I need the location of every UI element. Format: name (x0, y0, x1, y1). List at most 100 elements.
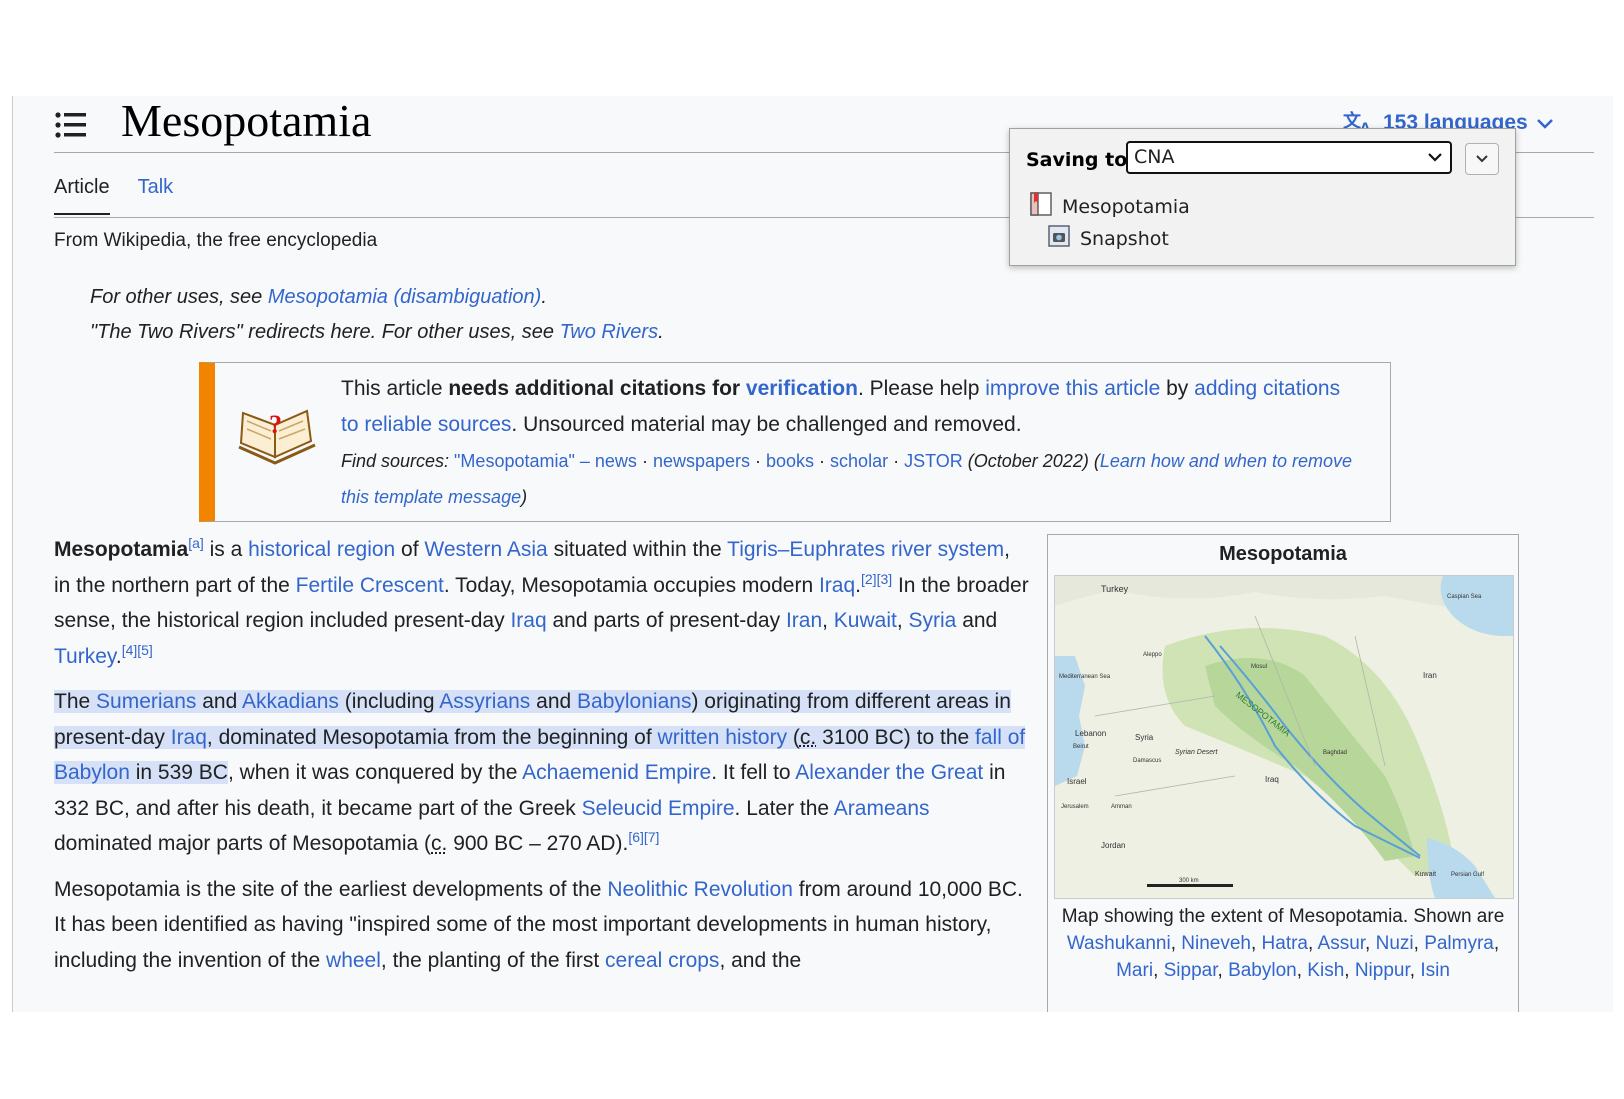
text: and (956, 609, 998, 632)
link-improve-article[interactable]: improve this article (985, 377, 1160, 400)
link-iraq[interactable]: Iraq (510, 609, 546, 632)
circa-abbr: c. (799, 725, 817, 749)
expand-tree-button[interactable] (1465, 143, 1499, 175)
saved-item-row[interactable]: Mesopotamia (1028, 191, 1190, 222)
link-tigris-euphrates[interactable]: Tigris–Euphrates river system (727, 538, 1004, 561)
paragraph-lead: Mesopotamia[a] is a historical region of… (54, 532, 1029, 674)
link-alexander-the-great[interactable]: Alexander the Great (795, 761, 983, 784)
find-sources-label: Find sources: (341, 451, 455, 471)
separator: , (1493, 933, 1500, 954)
map-label-amman: Amman (1111, 804, 1132, 810)
attachment-label: Snapshot (1080, 227, 1169, 250)
link-iraq[interactable]: Iraq (171, 726, 207, 749)
citation-notice-box: ? This article needs additional citation… (199, 362, 1391, 522)
ref-4-5[interactable]: [4][5] (122, 642, 153, 658)
link-scholar[interactable]: scholar (830, 451, 888, 471)
ref-a[interactable]: [a] (188, 535, 204, 551)
link-newspapers[interactable]: newspapers (653, 451, 750, 471)
link-assyrians[interactable]: Assyrians (439, 690, 530, 713)
link-fertile-crescent[interactable]: Fertile Crescent (296, 574, 444, 597)
namespace-tabs: Article Talk (54, 176, 173, 215)
link-news[interactable]: news (595, 451, 637, 471)
separator: , (1170, 933, 1182, 954)
notice-text: This article (341, 377, 449, 400)
link-verification[interactable]: verification (746, 377, 858, 400)
map-label-syria: Syria (1135, 733, 1154, 742)
tab-article[interactable]: Article (54, 176, 110, 215)
link-turkey[interactable]: Turkey (54, 645, 116, 668)
text: , the planting of the first (380, 948, 606, 972)
lead-term: Mesopotamia (54, 538, 189, 561)
link-historical-region[interactable]: historical region (248, 538, 395, 561)
text: and (196, 690, 242, 713)
link-cereal-crops[interactable]: cereal crops (605, 949, 719, 972)
link-sippar[interactable]: Sippar (1164, 960, 1218, 981)
chevron-down-icon (1426, 143, 1444, 181)
separator: , (1296, 960, 1308, 981)
link-hatra[interactable]: Hatra (1262, 933, 1308, 954)
link-assur[interactable]: Assur (1318, 933, 1366, 954)
notice-date: (October 2022) ( (962, 451, 1100, 471)
hatnote-text: . (541, 286, 547, 308)
link-kuwait[interactable]: Kuwait (834, 609, 897, 632)
link-babylon[interactable]: Babylon (1228, 960, 1297, 981)
collection-value: CNA (1134, 146, 1175, 168)
text: 900 BC – 270 AD). (447, 832, 629, 855)
link-babylonians[interactable]: Babylonians (577, 690, 691, 713)
link-achaemenid-empire[interactable]: Achaemenid Empire (522, 761, 711, 784)
link-wheel[interactable]: wheel (326, 949, 381, 972)
caption-text: Map showing the extent of Mesopotamia. S… (1061, 906, 1505, 927)
collection-select[interactable]: CNA (1126, 141, 1452, 174)
link-neolithic-revolution[interactable]: Neolithic Revolution (607, 878, 793, 901)
link-two-rivers[interactable]: Two Rivers (560, 321, 659, 343)
link-akkadians[interactable]: Akkadians (242, 690, 339, 713)
link-nuzi[interactable]: Nuzi (1376, 933, 1414, 954)
text: . It fell to (711, 761, 796, 784)
attachment-row[interactable]: Snapshot (1046, 223, 1169, 254)
link-syria[interactable]: Syria (909, 609, 957, 632)
text: of (395, 538, 425, 561)
link-disambiguation[interactable]: Mesopotamia (disambiguation) (268, 286, 541, 308)
text: situated within the (547, 538, 728, 561)
map-label-lebanon: Lebanon (1075, 729, 1106, 738)
link-iran[interactable]: Iran (786, 609, 822, 632)
ref-6-7[interactable]: [6][7] (628, 829, 659, 845)
link-seleucid-empire[interactable]: Seleucid Empire (582, 797, 735, 820)
ref-2-3[interactable]: [2][3] (861, 571, 892, 587)
table-of-contents-icon[interactable] (55, 110, 87, 140)
text: . Later the (734, 796, 834, 820)
notice-text: ) (521, 487, 528, 507)
link-kish[interactable]: Kish (1307, 960, 1344, 981)
text: The (54, 690, 97, 713)
link-written-history[interactable]: written history (658, 726, 788, 749)
chevron-down-icon (1536, 116, 1554, 130)
link-books[interactable]: books (766, 451, 814, 471)
link-jstor[interactable]: JSTOR (904, 451, 963, 471)
link-isin[interactable]: Isin (1420, 960, 1450, 981)
hatnote-disambiguation: For other uses, see Mesopotamia (disambi… (90, 286, 547, 309)
separator: , (1413, 933, 1425, 954)
link-sumerians[interactable]: Sumerians (96, 690, 196, 713)
map-label-iran: Iran (1423, 671, 1437, 680)
webpage-item-icon (1028, 191, 1054, 222)
link-palmyra[interactable]: Palmyra (1424, 933, 1494, 954)
link-arameans[interactable]: Arameans (834, 797, 930, 820)
link-iraq[interactable]: Iraq (819, 574, 855, 597)
link-mari[interactable]: Mari (1116, 960, 1153, 981)
text: ( (787, 725, 800, 749)
map-label-kuwait: Kuwait (1415, 871, 1436, 878)
hatnote-text: . (658, 321, 664, 343)
saving-to-label: Saving to (1026, 149, 1128, 171)
tab-talk[interactable]: Talk (138, 176, 174, 215)
link-nippur[interactable]: Nippur (1355, 960, 1410, 981)
link-nineveh[interactable]: Nineveh (1181, 933, 1251, 954)
link-western-asia[interactable]: Western Asia (424, 538, 547, 561)
separator: , (1308, 933, 1318, 954)
mesopotamia-map[interactable]: Turkey Caspian Sea Mediterranean Sea Leb… (1054, 575, 1514, 899)
notice-text: . Unsourced material may be challenged a… (511, 413, 1022, 436)
svg-text:?: ? (269, 410, 282, 439)
link-washukanni[interactable]: Washukanni (1067, 933, 1171, 954)
map-label-mediterranean: Mediterranean Sea (1059, 674, 1111, 680)
map-label-iraq: Iraq (1265, 775, 1279, 784)
link-search-query[interactable]: "Mesopotamia" (454, 451, 575, 471)
